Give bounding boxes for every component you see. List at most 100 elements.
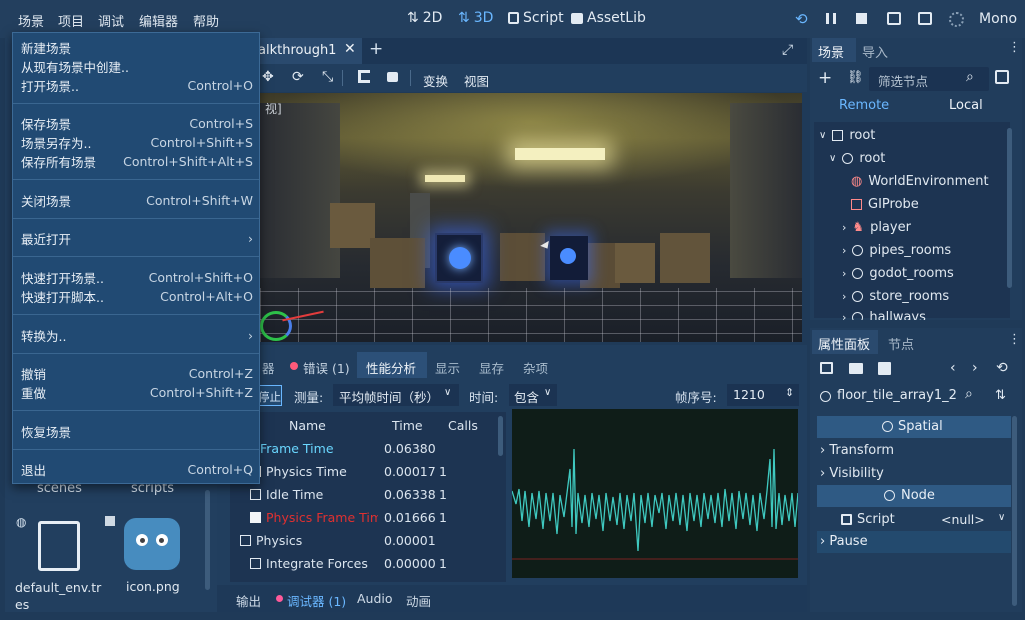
tab-monitors[interactable]: 显示 [435,358,460,377]
play-scene-icon[interactable] [887,12,901,25]
mode-script-button[interactable]: Script [508,10,564,26]
new-resource-icon[interactable] [820,362,833,374]
inspector-scrollbar[interactable] [1012,416,1017,606]
rotate-tool-icon[interactable]: ⟳ [292,69,304,85]
3d-viewport[interactable]: 视] [260,93,802,342]
kebab-menu-icon[interactable]: ⋮ [1008,40,1021,55]
column-name[interactable]: Name [289,418,326,433]
tab-debugger[interactable]: 调试器 (1) [287,591,346,610]
table-row[interactable]: Integrate Forces 0.00000 1 [230,552,500,575]
menu-item-quick-open-script[interactable]: 快速打开脚本.. Control+Alt+O [21,287,253,306]
file-icon-png-label[interactable]: icon.png [126,579,180,594]
local-tab[interactable]: Local [949,98,983,113]
menu-item-save-scene-as[interactable]: 场景另存为.. Control+Shift+S [21,133,253,152]
menu-item-revert-scene[interactable]: 恢复场景 [21,422,253,441]
table-row[interactable]: Physics Frame Tim 0.01666 1 [230,506,500,529]
column-calls[interactable]: Calls [448,418,478,433]
add-tab-icon[interactable]: + [369,39,383,59]
section-transform[interactable]: › Transform [820,443,894,458]
open-folder-icon[interactable] [849,363,863,374]
tree-node-player[interactable]: › ♞ player [842,220,911,235]
view-menu[interactable]: 视图 [464,71,489,90]
close-icon[interactable]: ✕ [344,41,356,57]
profiler-scrollbar[interactable] [498,416,503,456]
pause-icon[interactable] [826,13,836,24]
inspected-object-name[interactable]: floor_tile_array1_2 [837,388,957,403]
menu-debug[interactable]: 调试 [98,11,124,30]
menu-item-quit[interactable]: 退出 Control+Q [21,460,253,479]
menu-item-close-scene[interactable]: 关闭场景 Control+Shift+W [21,191,253,210]
section-node[interactable]: Node [817,485,1011,507]
checkbox-unchecked-icon[interactable] [240,535,251,546]
table-row[interactable]: Physics 0.00001 [230,529,500,552]
mono-label[interactable]: Mono [979,11,1017,27]
object-properties-icon[interactable]: ⇅ [995,388,1006,403]
history-forward-icon[interactable]: › [972,360,978,376]
file-icon[interactable] [38,521,80,571]
tree-node-hallways[interactable]: › hallways [842,310,926,320]
section-spatial[interactable]: Spatial [817,416,1011,438]
menu-project[interactable]: 项目 [58,11,84,30]
file-default-env-label[interactable]: default_env.tres [15,579,105,613]
script-property-value[interactable]: <null> [941,512,985,527]
chevron-down-icon[interactable]: ∨ [998,512,1005,523]
mode-2d-button[interactable]: ⇅ 2D [407,10,442,26]
table-row[interactable]: Idle Time 0.06338 1 [230,483,500,506]
transform-menu[interactable]: 变换 [423,71,448,90]
menu-scene[interactable]: 场景 [18,11,44,30]
filesystem-scrollbar[interactable] [205,490,210,590]
lock-icon[interactable] [387,72,398,82]
table-row[interactable]: Frame Time 0.06380 [230,437,500,460]
tree-node-godot-rooms[interactable]: › godot_rooms [842,266,954,281]
scene-tree-scrollbar[interactable] [1007,128,1012,288]
scene-tab[interactable]: alkthrough1 ✕ [258,38,362,64]
tab-import[interactable]: 导入 [862,42,888,61]
reload-icon[interactable]: ⟲ [795,10,808,28]
tab-output[interactable]: 输出 [236,591,261,610]
checkbox-unchecked-icon[interactable] [250,489,261,500]
debugger-tab-partial[interactable]: 器 [262,358,275,377]
kebab-menu-icon[interactable]: ⋮ [1008,332,1021,347]
fullscreen-icon[interactable]: ⤢ [782,42,793,58]
tree-node-pipes-rooms[interactable]: › pipes_rooms [842,243,951,258]
tab-animation[interactable]: 动画 [406,591,431,610]
menu-item-save-scene[interactable]: 保存场景 Control+S [21,114,253,133]
section-visibility[interactable]: › Visibility [820,466,884,481]
tree-node-root-remote[interactable]: ∨ root [819,128,875,143]
add-node-icon[interactable]: + [818,68,832,88]
scale-tool-icon[interactable]: ⤡ [322,69,333,85]
frame-number-spinbox[interactable]: 1210 ⇕ [727,384,799,406]
play-custom-scene-icon[interactable] [918,12,932,25]
tree-node-worldenvironment[interactable]: ◍ WorldEnvironment [851,174,989,189]
menu-item-recent[interactable]: 最近打开 › [21,229,253,248]
menu-item-save-all-scenes[interactable]: 保存所有场景 Control+Shift+Alt+S [21,152,253,171]
tab-audio[interactable]: Audio [357,591,393,606]
tab-video-memory[interactable]: 显存 [479,358,504,377]
stop-icon[interactable] [856,13,867,24]
menu-item-quick-open-scene[interactable]: 快速打开场景.. Control+Shift+O [21,268,253,287]
measure-select[interactable]: 平均帧时间（秒） ∨ [333,384,459,406]
remote-tab[interactable]: Remote [839,98,889,113]
save-icon[interactable] [878,362,891,375]
checkbox-checked-icon[interactable] [250,512,261,523]
tree-node-root[interactable]: ∨ root [829,151,885,166]
table-row[interactable]: Physics Time 0.00017 1 [230,460,500,483]
menu-editor[interactable]: 编辑器 [139,11,178,30]
tab-node[interactable]: 节点 [888,334,914,353]
mode-assetlib-button[interactable]: AssetLib [571,10,646,26]
tab-errors[interactable]: 错误 (1) [303,358,350,377]
checkbox-unchecked-icon[interactable] [250,558,261,569]
menu-help[interactable]: 帮助 [193,11,219,30]
menu-item-new-inherited-scene[interactable]: 从现有场景中创建.. [21,57,253,76]
list-select-icon[interactable] [358,70,370,83]
link-icon[interactable]: ⛓ [847,70,864,85]
godot-icon[interactable] [124,518,180,570]
profiler-graph[interactable] [511,409,799,578]
tab-inspector[interactable]: 属性面板 [818,334,870,353]
menu-item-open-scene[interactable]: 打开场景.. Control+O [21,76,253,95]
tree-node-store-rooms[interactable]: › store_rooms [842,289,949,304]
spin-arrows-icon[interactable]: ⇕ [785,386,794,399]
tab-profiler[interactable]: 性能分析 [366,358,416,377]
history-icon[interactable]: ⟲ [996,360,1008,376]
script-attach-icon[interactable] [995,70,1009,84]
